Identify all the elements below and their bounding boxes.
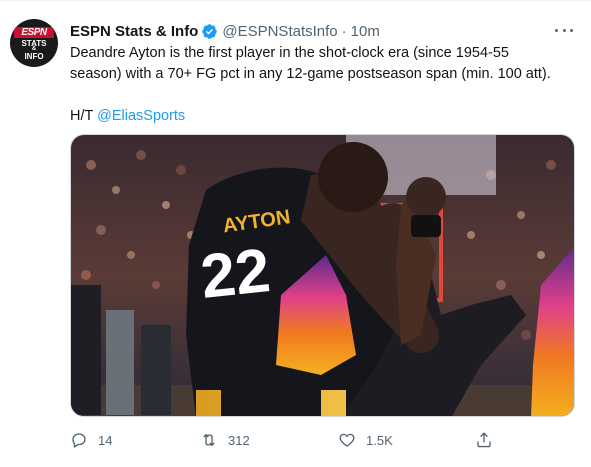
photo-illustration: AYTON 22 [71, 135, 574, 416]
avatar-brand: ESPN [14, 27, 54, 38]
hat-tip-prefix: H/T [70, 108, 98, 124]
player-head [318, 142, 388, 212]
tweet-text-line-2: season) with a 70+ FG pct in any 12-game… [70, 66, 551, 82]
reply-icon [72, 433, 86, 448]
reply-button[interactable]: 14 [70, 429, 112, 451]
avatar-line-info: INFO [24, 52, 44, 61]
verified-badge-icon [201, 23, 218, 40]
retweet-count: 312 [228, 432, 250, 448]
jersey-number: 22 [198, 236, 274, 312]
retweet-icon [203, 433, 215, 447]
share-icon [477, 432, 491, 448]
tweet-text: Deandre Ayton is the first player in the… [70, 43, 570, 127]
share-button[interactable] [475, 429, 493, 451]
avatar[interactable]: ESPN STATS & INFO [10, 19, 58, 67]
mention-link[interactable]: @EliasSports [97, 108, 185, 124]
handle[interactable]: @ESPNStatsInfo [222, 23, 337, 40]
more-dot [570, 28, 573, 32]
more-dot [555, 28, 558, 32]
player-fist [406, 177, 446, 217]
bench-person [71, 285, 101, 415]
bench-person [141, 325, 171, 415]
bench-person [106, 310, 134, 415]
like-count: 1.5K [366, 432, 393, 448]
reply-count: 14 [98, 432, 113, 448]
timestamp[interactable]: 10m [351, 23, 380, 40]
separator-dot: · [341, 22, 347, 40]
more-dot [562, 28, 566, 32]
more-options-icon[interactable] [555, 21, 573, 39]
action-bar: 14 312 1.5K [70, 429, 500, 451]
wristband [411, 215, 441, 237]
tweet-header: ESPN Stats & Info @ESPNStatsInfo · 10m [70, 21, 380, 41]
retweet-button[interactable]: 312 [200, 429, 250, 451]
tweet-card[interactable]: ESPN STATS & INFO ESPN Stats & Info @ESP… [0, 0, 591, 467]
hat-tip-line: H/T @EliasSports [70, 106, 570, 127]
like-button[interactable]: 1.5K [338, 429, 393, 451]
display-name[interactable]: ESPN Stats & Info [70, 23, 198, 40]
like-icon [339, 433, 355, 447]
player-shorts-dark [221, 390, 321, 416]
tweet-photo[interactable]: AYTON 22 [70, 134, 575, 417]
tweet-text-line-1: Deandre Ayton is the first player in the… [70, 45, 509, 61]
